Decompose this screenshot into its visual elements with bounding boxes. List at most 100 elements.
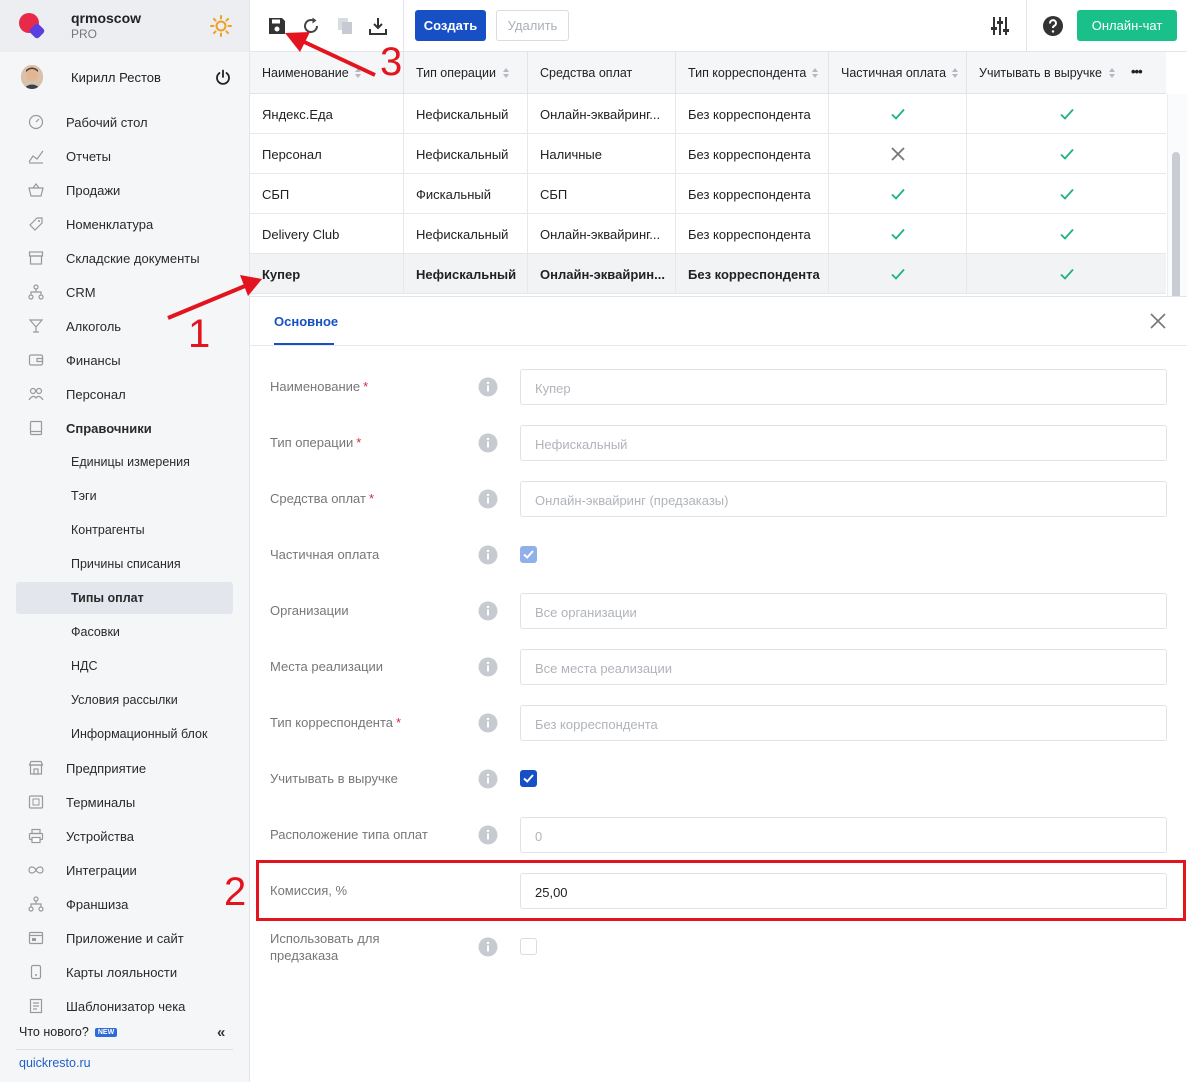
table-row[interactable]: Персонал Нефискальный Наличные Без корреспо…	[250, 134, 1166, 174]
save-icon[interactable]	[266, 15, 288, 37]
info-icon[interactable]	[478, 545, 498, 565]
sidebar-item-app-and-site[interactable]: Приложение и сайт	[16, 922, 233, 954]
info-icon[interactable]	[478, 657, 498, 677]
avatar[interactable]	[21, 65, 43, 89]
sidebar-item-terminals[interactable]: Терминалы	[16, 786, 233, 818]
info-icon[interactable]	[478, 489, 498, 509]
site-link[interactable]: quickresto.ru	[19, 1056, 91, 1070]
info-icon[interactable]	[478, 713, 498, 733]
table-cell-text: Персонал	[262, 147, 322, 162]
field-input[interactable]: 0	[520, 817, 1167, 853]
info-icon[interactable]	[478, 769, 498, 789]
sidebar-subitem-writeoff-reasons[interactable]: Причины списания	[16, 548, 233, 580]
table-cell-text: Купер	[262, 267, 301, 282]
delete-button[interactable]: Удалить	[496, 10, 569, 41]
column-header-name[interactable]: Наименование	[250, 52, 404, 94]
brand-name: qrmoscow	[71, 10, 142, 26]
sidebar-item-alcohol[interactable]: Алкоголь	[16, 310, 233, 342]
refresh-icon[interactable]	[300, 15, 322, 37]
column-header-correspondent-type[interactable]: Тип корреспондента	[676, 52, 829, 94]
sidebar-subitem-mailing-conditions[interactable]: Условия рассылки	[16, 684, 233, 716]
sidebar-subitem-info-block[interactable]: Информационный блок	[16, 718, 233, 750]
field-input[interactable]: Все места реализации	[520, 649, 1167, 685]
close-icon[interactable]	[1148, 311, 1168, 331]
check-icon	[1059, 108, 1074, 120]
field-value: Все места реализации	[535, 661, 673, 676]
table-cell-text: Без корреспондента	[688, 227, 811, 242]
sidebar-item-enterprise[interactable]: Предприятие	[16, 752, 233, 784]
field-input[interactable]: Все организации	[520, 593, 1167, 629]
table-cell-op: Фискальный	[404, 174, 528, 214]
sidebar-item-devices[interactable]: Устройства	[16, 820, 233, 852]
info-icon[interactable]	[478, 377, 498, 397]
sidebar-subitem-payment-types[interactable]: Типы оплат	[16, 582, 233, 614]
info-icon[interactable]	[478, 433, 498, 453]
sidebar-subitem-units[interactable]: Единицы измерения	[16, 446, 233, 478]
info-icon[interactable]	[478, 601, 498, 621]
sun-icon[interactable]	[210, 15, 232, 37]
tab-general[interactable]: Основное	[274, 314, 338, 329]
sidebar-item-crm[interactable]: CRM	[16, 276, 233, 308]
power-icon[interactable]	[215, 69, 231, 85]
online-chat-button[interactable]: Онлайн-чат	[1077, 10, 1177, 41]
column-header-payment-means[interactable]: Средства оплат	[528, 52, 676, 94]
table-cell-partial	[829, 94, 967, 134]
info-icon[interactable]	[478, 937, 498, 957]
sidebar-item-reports[interactable]: Отчеты	[16, 140, 233, 172]
table-row[interactable]: Купер Нефискальный Онлайн-эквайрин... Без к…	[250, 254, 1166, 294]
sidebar-subitem-counterparties[interactable]: Контрагенты	[16, 514, 233, 546]
chart-icon	[28, 150, 44, 164]
info-icon[interactable]	[478, 825, 498, 845]
table-cell-op: Нефискальный	[404, 214, 528, 254]
column-header-operation-type[interactable]: Тип операции	[404, 52, 528, 94]
copy-icon[interactable]	[334, 15, 356, 37]
check-icon	[1059, 268, 1074, 280]
more-columns-button[interactable]: •••	[1131, 64, 1143, 79]
field-input[interactable]: Онлайн-эквайринг (предзаказы)	[520, 481, 1167, 517]
field-input[interactable]: Без корреспондента	[520, 705, 1167, 741]
sidebar-subitem-tags[interactable]: Тэги	[16, 480, 233, 512]
sidebar-item-franchise[interactable]: Франшиза	[16, 888, 233, 920]
field-input[interactable]: Купер	[520, 369, 1167, 405]
column-header-partial-payment[interactable]: Частичная оплата	[829, 52, 967, 94]
table-row[interactable]: Яндекс.Еда Нефискальный Онлайн-эквайринг..…	[250, 94, 1166, 134]
download-icon[interactable]	[367, 15, 389, 37]
sidebar-item-dashboard[interactable]: Рабочий стол	[16, 106, 233, 138]
table-cell-corr: Без корреспондента	[676, 214, 829, 254]
sidebar-item-finance[interactable]: Финансы	[16, 344, 233, 376]
sidebar-item-warehouse-docs[interactable]: Складские документы	[16, 242, 233, 274]
field-input[interactable]: Нефискальный	[520, 425, 1167, 461]
whats-new-link[interactable]: Что нового? NEW	[19, 1025, 118, 1039]
field-label: Тип корреспондента *	[270, 715, 401, 730]
form-row: Частичная оплата	[250, 535, 1187, 575]
sidebar-item-staff[interactable]: Персонал	[16, 378, 233, 410]
sidebar-item-receipt-template[interactable]: Шаблонизатор чека	[16, 990, 233, 1022]
column-header-count-in-revenue[interactable]: Учитывать в выручке •••	[967, 52, 1166, 94]
field-input[interactable]: 25,00	[520, 873, 1167, 909]
sidebar-item-nomenclature[interactable]: Номенклатура	[16, 208, 233, 240]
table-row[interactable]: СБП Фискальный СБП Без корреспондента	[250, 174, 1166, 214]
sidebar-item-integrations[interactable]: Интеграции	[16, 854, 233, 886]
sidebar-subitem-packagings[interactable]: Фасовки	[16, 616, 233, 648]
sidebar-item-sales[interactable]: Продажи	[16, 174, 233, 206]
sidebar-subitem-vat[interactable]: НДС	[16, 650, 233, 682]
check-icon	[891, 228, 905, 240]
field-label: Частичная оплата	[270, 547, 379, 562]
field-label: Комиссия, %	[270, 883, 347, 898]
create-button[interactable]: Создать	[415, 10, 486, 41]
help-icon[interactable]	[1042, 15, 1064, 37]
sidebar-item-directories[interactable]: Справочники	[16, 412, 233, 444]
collapse-sidebar-button[interactable]: «	[217, 1024, 225, 1041]
people-icon	[28, 387, 44, 401]
field-label-text: Организации	[270, 603, 349, 618]
field-checkbox[interactable]	[520, 770, 537, 787]
scrollbar-thumb[interactable]	[1172, 152, 1180, 296]
sidebar-item-loyalty-cards[interactable]: Карты лояльности	[16, 956, 233, 988]
table-cell-revenue	[967, 94, 1166, 134]
table-row[interactable]: Delivery Club Нефискальный Онлайн-эквайрин…	[250, 214, 1166, 254]
field-checkbox[interactable]	[520, 546, 537, 563]
settings-sliders-icon[interactable]	[989, 15, 1011, 37]
check-icon	[891, 188, 905, 200]
field-checkbox[interactable]	[520, 938, 537, 955]
required-mark: *	[363, 379, 369, 394]
